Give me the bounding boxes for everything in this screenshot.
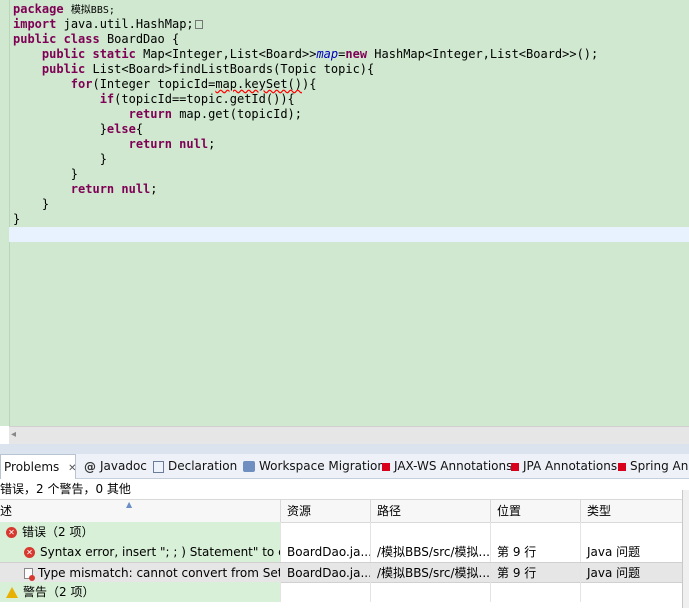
error-document-icon: [24, 568, 35, 581]
close-icon[interactable]: ✕: [68, 463, 76, 474]
editor-horizontal-scrollbar[interactable]: ◂: [9, 426, 689, 444]
problems-vertical-scrollbar[interactable]: [682, 490, 689, 608]
code-line-9: }else{: [13, 122, 144, 136]
code-editor[interactable]: package 模拟BBS; import java.util.HashMap;…: [0, 0, 689, 426]
jpa-annotations-icon: [511, 462, 519, 471]
code-line-15: }: [13, 212, 21, 226]
code-line-8: return map.get(topicId);: [128, 107, 303, 121]
code-area[interactable]: package 模拟BBS; import java.util.HashMap;…: [9, 2, 689, 242]
column-path[interactable]: 路径: [371, 500, 491, 522]
column-resource[interactable]: 资源: [281, 500, 371, 522]
problem-path: /模拟BBS/src/模拟...: [371, 542, 491, 562]
problem-row[interactable]: Type mismatch: cannot convert from Set< …: [0, 562, 682, 583]
tab-jaxws-annotations[interactable]: JAX-WS Annotations: [382, 454, 512, 478]
tab-spring-annotations[interactable]: Spring Ann: [618, 454, 689, 478]
error-icon: ✕: [24, 547, 35, 558]
current-line[interactable]: [9, 227, 689, 242]
code-line-5: public List<Board>findListBoards(Topic t…: [41, 62, 375, 76]
error-icon: ✕: [6, 527, 17, 538]
problem-resource: BoardDao.ja...: [281, 542, 371, 562]
workspace-migration-icon: [243, 461, 255, 472]
problem-path: /模拟BBS/src/模拟...: [371, 563, 491, 583]
views-tab-bar: Problems ✕ @ Javadoc Declaration Workspac…: [0, 454, 689, 479]
problem-location: 第 9 行: [491, 563, 581, 583]
code-line-12: }: [13, 167, 79, 181]
tab-javadoc[interactable]: @ Javadoc: [84, 454, 147, 478]
scroll-left-icon[interactable]: ◂: [11, 429, 16, 440]
problem-resource: BoardDao.ja...: [281, 563, 371, 583]
code-line-3: public class BoardDao {: [13, 32, 180, 46]
column-description[interactable]: 述 ▲: [0, 500, 281, 522]
code-line-7: if(topicId==topic.getId()){: [99, 92, 295, 106]
problem-location: 第 9 行: [491, 542, 581, 562]
editor-ruler: [0, 0, 10, 426]
code-line-1: package 模拟BBS;: [13, 2, 115, 16]
problems-group-warnings[interactable]: 警告（2 项）: [0, 582, 682, 602]
javadoc-icon: @: [84, 459, 96, 474]
code-line-10: return null;: [128, 137, 216, 151]
sort-indicator-icon: ▲: [126, 500, 133, 509]
code-line-14: }: [13, 197, 50, 211]
problem-type: Java 问题: [587, 566, 641, 580]
problems-summary: 错误，2 个警告，0 其他: [0, 482, 131, 496]
package-name: 模拟BBS;: [70, 5, 115, 16]
problems-group-errors[interactable]: ✕ 错误（2 项）: [0, 522, 682, 542]
column-type[interactable]: 类型: [581, 500, 682, 522]
code-line-2: import java.util.HashMap;: [13, 17, 689, 32]
declaration-icon: [153, 460, 164, 473]
problems-table-header: 述 ▲ 资源 路径 位置 类型: [0, 499, 682, 523]
jaxws-annotations-icon: [382, 462, 390, 471]
warning-icon: [6, 587, 18, 598]
tab-declaration[interactable]: Declaration: [153, 454, 237, 478]
tab-workspace-migration[interactable]: Workspace Migration: [243, 454, 385, 478]
code-line-6: for(Integer topicId=map.keySet()){: [70, 77, 317, 91]
fold-icon[interactable]: [194, 20, 203, 29]
code-line-11: }: [13, 152, 107, 166]
code-line-4: public static Map<Integer,List<Board>>ma…: [41, 47, 599, 61]
spring-annotations-icon: [618, 462, 626, 471]
column-location[interactable]: 位置: [491, 500, 581, 522]
problem-row[interactable]: ✕ Syntax error, insert "; ; ) Statement" …: [0, 542, 682, 562]
tab-problems[interactable]: Problems ✕: [0, 454, 77, 479]
code-line-13: return null;: [70, 182, 158, 196]
problem-type: Java 问题: [587, 545, 641, 559]
syntax-error-marker[interactable]: map.keySet(): [215, 77, 302, 91]
tab-jpa-annotations[interactable]: JPA Annotations: [511, 454, 617, 478]
panel-separator[interactable]: [0, 444, 689, 454]
